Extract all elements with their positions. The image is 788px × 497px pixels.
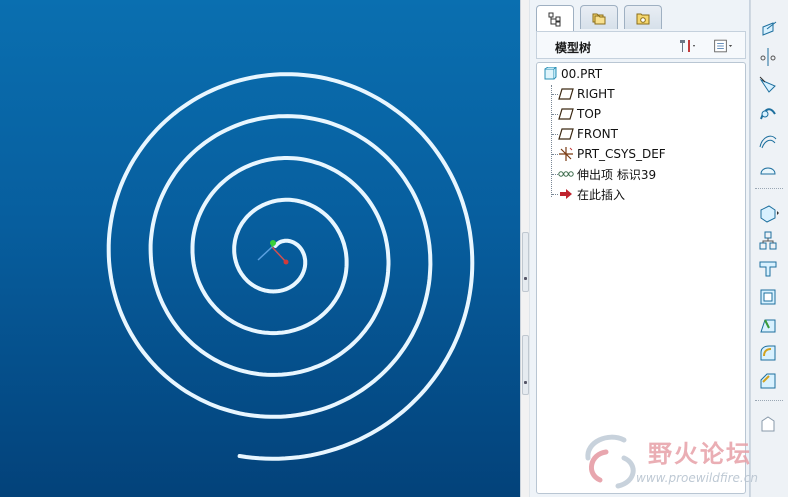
tree-item-label: FRONT <box>577 127 618 141</box>
datum-axis-tool-icon <box>760 48 776 66</box>
folder-browser-icon <box>592 13 606 24</box>
extrude-tool[interactable] <box>754 201 782 225</box>
insert-here-arrow-icon <box>557 186 575 202</box>
rib-tool-icon <box>759 261 777 277</box>
tree-root-node[interactable]: 00.PRT <box>541 65 602 83</box>
favorites-icon <box>636 13 650 24</box>
navigator-tabs <box>536 5 746 31</box>
draft-tool-icon <box>760 319 776 333</box>
tree-settings-button[interactable] <box>713 36 733 56</box>
datum-plane-icon <box>557 106 575 122</box>
model-tree-header: 模型树 <box>536 31 746 59</box>
tree-connector <box>551 85 552 197</box>
datum-csys-tool[interactable] <box>754 157 782 181</box>
merge-tool-icon <box>761 416 775 432</box>
datum-axis-tool[interactable] <box>754 45 782 69</box>
tree-item-right[interactable]: RIGHT <box>557 85 615 103</box>
model-tree[interactable]: 00.PRT RIGHT TOP FRONT PRT_CSYS_DEF 伸出项 … <box>536 62 746 494</box>
tab-folder-browser[interactable] <box>580 5 618 29</box>
tree-item-label: 伸出项 标识39 <box>577 167 657 182</box>
shell-tool[interactable] <box>754 285 782 309</box>
datum-curve-tool-icon <box>760 108 776 120</box>
y-axis-line <box>257 246 273 261</box>
csys-origin-green <box>270 240 276 246</box>
feature-toolbar <box>750 0 788 497</box>
datum-curve-tool[interactable] <box>754 101 782 125</box>
splitter-grip-dot <box>524 381 527 384</box>
draft-tool[interactable] <box>754 313 782 337</box>
model-graphics-window[interactable] <box>0 0 520 497</box>
datum-plane-tool[interactable] <box>754 18 782 42</box>
model-tree-title: 模型树 <box>555 41 592 55</box>
coordinate-system-marker <box>257 240 289 265</box>
pattern-tool-icon <box>759 231 777 250</box>
spiral-curve-model[interactable] <box>0 0 520 497</box>
rib-tool[interactable] <box>754 257 782 281</box>
tree-item-label: TOP <box>577 107 602 121</box>
chamfer-tool[interactable] <box>754 369 782 393</box>
datum-point-tool[interactable] <box>754 73 782 97</box>
x-axis-line <box>271 246 287 263</box>
sweep-protrusion-icon <box>557 166 575 182</box>
datum-point-tool-icon <box>759 76 776 93</box>
datum-plane-icon <box>557 86 575 102</box>
extrude-tool-icon <box>760 205 779 223</box>
tree-item-protrusion[interactable]: 伸出项 标识39 <box>557 165 656 183</box>
tree-item-label: 在此插入 <box>577 187 626 202</box>
part-icon <box>541 66 559 82</box>
sketch-tool-icon <box>759 135 777 149</box>
shell-tool-icon <box>760 289 776 305</box>
splitter-grip-dot <box>524 277 527 280</box>
toolbar-separator <box>755 188 783 189</box>
coordinate-system-icon <box>557 146 575 162</box>
datum-csys-tool-icon <box>760 167 776 175</box>
datum-plane-icon <box>557 126 575 142</box>
tree-root-label: 00.PRT <box>561 67 603 81</box>
merge-tool[interactable] <box>754 412 782 436</box>
spiral-sweep-curve[interactable] <box>106 72 475 461</box>
tree-item-insert-here[interactable]: 在此插入 <box>557 185 625 203</box>
toolbar-separator <box>755 400 783 401</box>
chamfer-tool-icon <box>760 373 776 389</box>
tree-item-top[interactable]: TOP <box>557 105 601 123</box>
splitter-handle-bottom[interactable] <box>522 335 529 395</box>
model-tree-icon <box>548 12 561 26</box>
navigator-panel: 模型树 00.PRT RIGHT TOP FRONT PRT_CSYS_DEF … <box>530 0 750 497</box>
round-tool-icon <box>760 345 776 361</box>
panel-splitter[interactable] <box>520 0 530 497</box>
tree-item-front[interactable]: FRONT <box>557 125 618 143</box>
datum-plane-tool-icon <box>762 21 777 36</box>
round-tool[interactable] <box>754 341 782 365</box>
tools-icon <box>680 40 695 52</box>
tab-model-tree[interactable] <box>536 5 574 31</box>
tree-item-label: PRT_CSYS_DEF <box>577 147 666 161</box>
tree-item-csys[interactable]: PRT_CSYS_DEF <box>557 145 666 163</box>
settings-icon <box>714 39 733 53</box>
pattern-tool[interactable] <box>754 229 782 253</box>
csys-x-end-red <box>283 259 289 265</box>
sketch-tool[interactable] <box>754 129 782 153</box>
tree-tools-button[interactable] <box>677 36 697 56</box>
tree-item-label: RIGHT <box>577 87 615 101</box>
splitter-handle-top[interactable] <box>522 232 529 292</box>
tab-favorites[interactable] <box>624 5 662 29</box>
